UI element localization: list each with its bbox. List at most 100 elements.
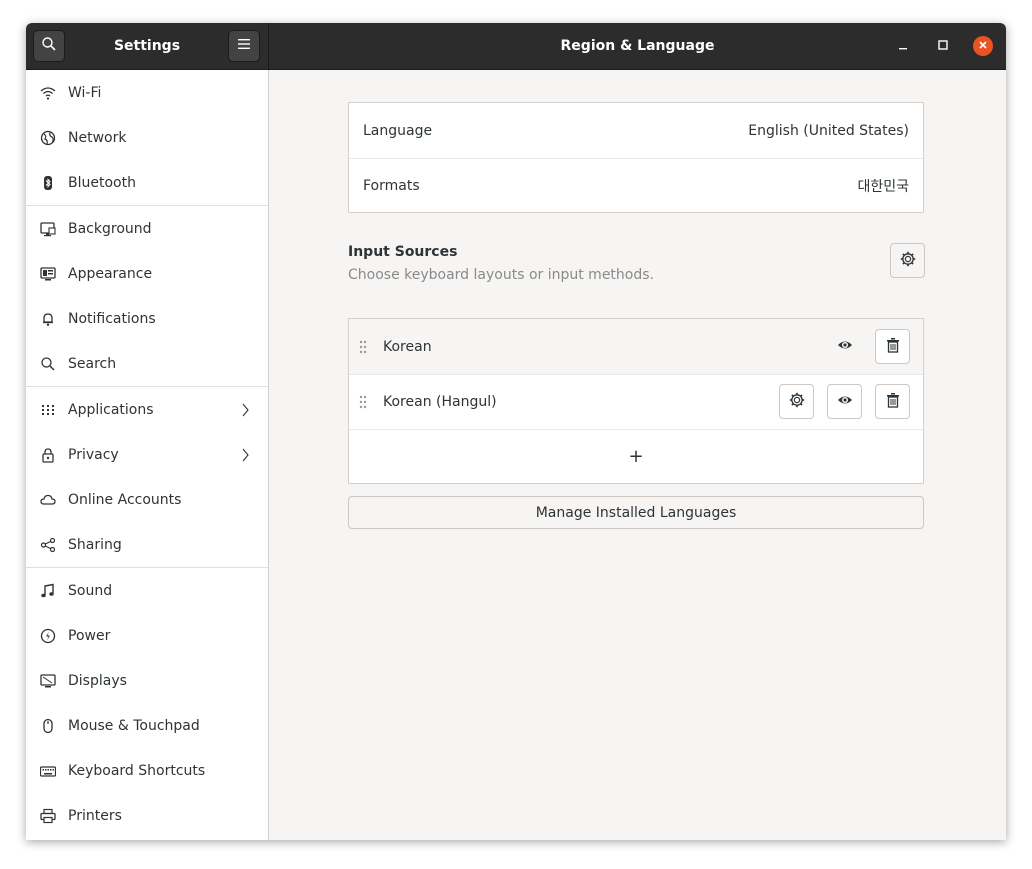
- settings-window: Settings Region & Language Wi-Fi Network…: [26, 23, 1006, 840]
- input-source-settings-button[interactable]: [779, 384, 814, 419]
- language-label: Language: [363, 122, 433, 139]
- app-title: Settings: [113, 38, 181, 54]
- language-formats-list: Language English (United States) Formats…: [348, 102, 924, 213]
- sidebar-item-label: Online Accounts: [68, 491, 182, 508]
- add-icon: +: [628, 446, 644, 467]
- sidebar-item-search[interactable]: Search: [26, 341, 268, 386]
- maximize-button[interactable]: [933, 36, 953, 56]
- share-icon: [40, 537, 56, 553]
- language-value: English (United States): [748, 122, 909, 139]
- sidebar-item-power[interactable]: Power: [26, 613, 268, 658]
- minimize-icon: [898, 38, 908, 54]
- sidebar-item-background[interactable]: Background: [26, 206, 268, 251]
- preview-layout-button[interactable]: [827, 384, 862, 419]
- appearance-icon: [40, 266, 56, 282]
- sidebar-item-label: Sharing: [68, 536, 122, 553]
- wifi-icon: [40, 85, 56, 101]
- input-sources-subtitle: Choose keyboard layouts or input methods…: [348, 267, 654, 283]
- input-source-row[interactable]: Korean (Hangul): [349, 374, 923, 429]
- input-source-label: Korean (Hangul): [383, 393, 497, 410]
- remove-input-source-button[interactable]: [875, 384, 910, 419]
- add-input-source-row[interactable]: +: [349, 429, 923, 484]
- sidebar-item-notifications[interactable]: Notifications: [26, 296, 268, 341]
- sidebar-item-label: Printers: [68, 807, 122, 824]
- menu-button[interactable]: [228, 30, 260, 62]
- sidebar-item-label: Appearance: [68, 265, 153, 282]
- keyboard-icon: [40, 763, 56, 779]
- sidebar-item-label: Keyboard Shortcuts: [68, 762, 206, 779]
- drag-handle-icon[interactable]: [359, 340, 367, 354]
- sidebar-item-sound[interactable]: Sound: [26, 568, 268, 613]
- bell-icon: [40, 311, 56, 327]
- sidebar-item-label: Network: [68, 129, 127, 146]
- gear-icon: [789, 392, 805, 412]
- sidebar-item-appearance[interactable]: Appearance: [26, 251, 268, 296]
- formats-row[interactable]: Formats 대한민국: [349, 158, 923, 213]
- music-note-icon: [40, 583, 56, 599]
- sidebar-item-network[interactable]: Network: [26, 115, 268, 160]
- manage-installed-languages-button[interactable]: Manage Installed Languages: [348, 496, 924, 529]
- lock-icon: [40, 447, 56, 463]
- remove-input-source-button[interactable]: [875, 329, 910, 364]
- close-icon: [978, 38, 988, 54]
- sidebar-item-label: Power: [68, 627, 111, 644]
- chevron-right-icon: [240, 402, 250, 418]
- sidebar-item-printers[interactable]: Printers: [26, 793, 268, 838]
- sidebar-item-privacy[interactable]: Privacy: [26, 432, 268, 477]
- input-source-label: Korean: [383, 338, 432, 355]
- sidebar-item-keyboard-shortcuts[interactable]: Keyboard Shortcuts: [26, 748, 268, 793]
- mouse-icon: [40, 718, 56, 734]
- sidebar-item-sharing[interactable]: Sharing: [26, 522, 268, 567]
- sidebar-item-mouse-touchpad[interactable]: Mouse & Touchpad: [26, 703, 268, 748]
- search-icon: [41, 36, 57, 56]
- search-button[interactable]: [33, 30, 65, 62]
- formats-label: Formats: [363, 177, 420, 194]
- sidebar-item-label: Notifications: [68, 310, 156, 327]
- input-source-row[interactable]: Korean: [349, 319, 923, 374]
- region-language-panel: Language English (United States) Formats…: [269, 70, 1006, 840]
- sidebar-item-displays[interactable]: Displays: [26, 658, 268, 703]
- search-icon: [40, 356, 56, 372]
- bluetooth-icon: [40, 175, 56, 191]
- grid-icon: [40, 402, 56, 418]
- sidebar-item-label: Bluetooth: [68, 174, 136, 191]
- hamburger-icon: [237, 38, 251, 54]
- sidebar-header: Settings: [26, 23, 269, 69]
- sidebar-item-label: Mouse & Touchpad: [68, 717, 200, 734]
- language-row[interactable]: Language English (United States): [349, 103, 923, 158]
- sidebar-item-label: Privacy: [68, 446, 119, 463]
- network-icon: [40, 130, 56, 146]
- sidebar-item-wifi[interactable]: Wi-Fi: [26, 70, 268, 115]
- sidebar-item-label: Wi-Fi: [68, 84, 102, 101]
- power-icon: [40, 628, 56, 644]
- chevron-right-icon: [240, 447, 250, 463]
- printer-icon: [40, 808, 56, 824]
- maximize-icon: [938, 38, 948, 54]
- drag-handle-icon[interactable]: [359, 395, 367, 409]
- eye-icon: [837, 337, 853, 357]
- minimize-button[interactable]: [893, 36, 913, 56]
- input-sources-title: Input Sources: [348, 244, 458, 260]
- trash-icon: [885, 337, 901, 357]
- display-icon: [40, 673, 56, 689]
- formats-value: 대한민국: [857, 178, 909, 195]
- sidebar-item-label: Applications: [68, 401, 154, 418]
- sidebar-item-online-accounts[interactable]: Online Accounts: [26, 477, 268, 522]
- trash-icon: [885, 392, 901, 412]
- sidebar-item-label: Search: [68, 355, 117, 372]
- input-sources-list: Korean Korean (Hangul) +: [348, 318, 924, 484]
- eye-icon: [837, 392, 853, 412]
- cloud-icon: [40, 492, 56, 508]
- sidebar-item-applications[interactable]: Applications: [26, 387, 268, 432]
- sidebar: Wi-Fi Network Bluetooth Background Appea…: [26, 70, 269, 840]
- close-button[interactable]: [973, 36, 993, 56]
- sidebar-item-label: Sound: [68, 582, 113, 599]
- gear-icon: [900, 251, 916, 271]
- background-icon: [40, 221, 56, 237]
- input-sources-options-button[interactable]: [890, 243, 925, 278]
- sidebar-item-label: Displays: [68, 672, 127, 689]
- sidebar-item-label: Background: [68, 220, 152, 237]
- preview-layout-button[interactable]: [827, 329, 862, 364]
- sidebar-item-bluetooth[interactable]: Bluetooth: [26, 160, 268, 205]
- header-bar: Settings Region & Language: [26, 23, 1006, 70]
